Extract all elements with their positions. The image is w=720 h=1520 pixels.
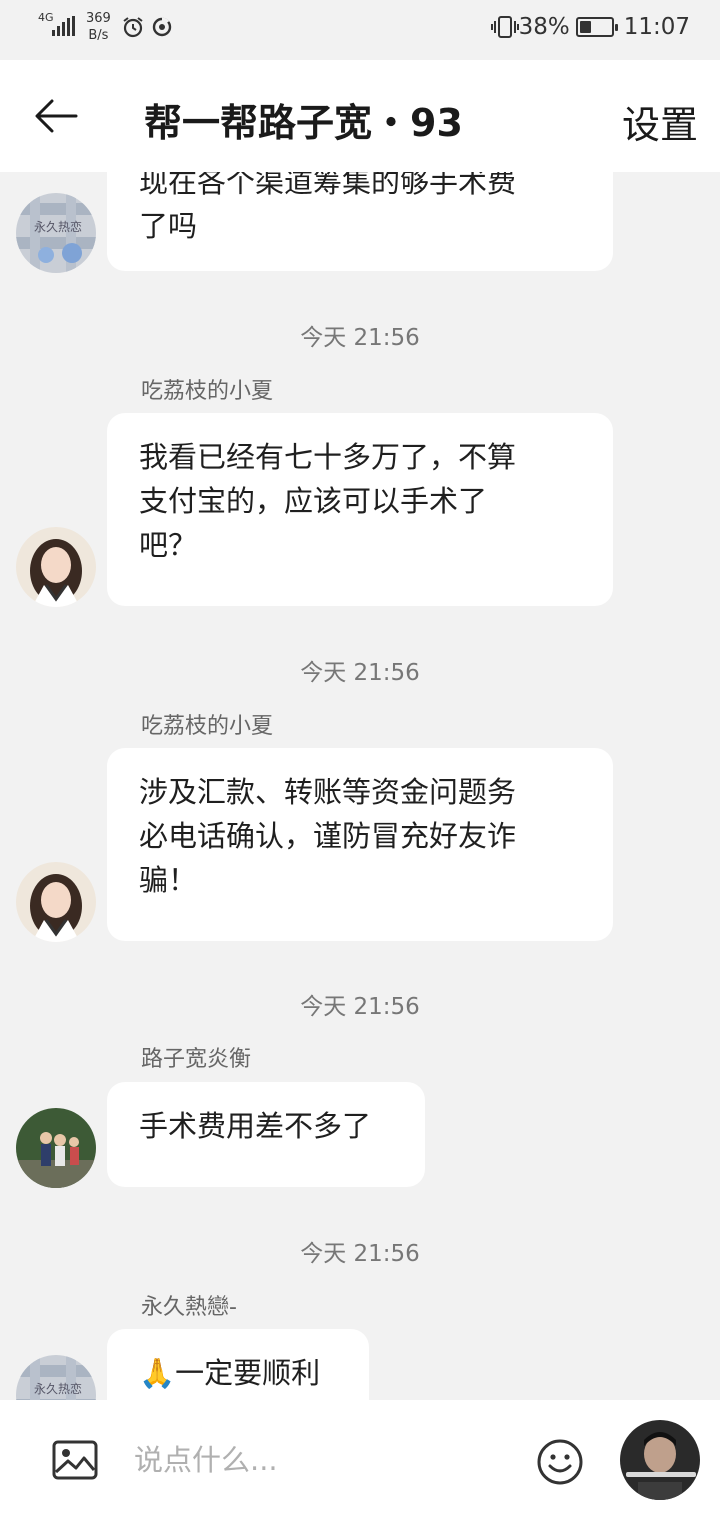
svg-text:永久热恋: 永久热恋 [34, 219, 82, 234]
avatar[interactable]: 永久热恋 [16, 193, 96, 273]
timestamp: 今天 21:56 [300, 660, 420, 686]
message-bubble[interactable]: 手术费用差不多了 [107, 1082, 425, 1187]
battery-percent: 38% [518, 14, 570, 40]
message-bubble[interactable]: 🙏一定要顺利 [107, 1329, 369, 1400]
message-input[interactable] [132, 1436, 512, 1484]
timestamp: 今天 21:56 [300, 994, 420, 1020]
avatar-girl-icon [16, 527, 96, 607]
input-bar [0, 1400, 720, 1520]
timestamp: 今天 21:56 [300, 325, 420, 351]
message-bubble[interactable]: 现在各个渠道筹集的够手术费 了吗 [107, 172, 613, 271]
avatar-flute-icon [620, 1420, 700, 1500]
sender-name: 路子宽炎衡 [141, 1047, 252, 1072]
timestamp: 今天 21:56 [300, 1241, 420, 1267]
message-bubble[interactable]: 涉及汇款、转账等资金问题务 必电话确认，谨防冒充好友诈 骗！ [107, 748, 613, 941]
message-bubble[interactable]: 我看已经有七十多万了，不算 支付宝的，应该可以手术了 吧？ [107, 413, 613, 606]
emoji-button[interactable] [536, 1438, 584, 1486]
avatar-kids-icon [16, 1108, 96, 1188]
status-bar: 4G 369 B/s 38% 11:07 [0, 0, 720, 60]
message-list[interactable]: 永久热恋 现在各个渠道筹集的够手术费 了吗 今天 21:56 吃荔枝的小夏 我看… [0, 172, 720, 1400]
alarm-icon [123, 17, 143, 38]
sync-icon [152, 17, 172, 37]
vibrate-icon [490, 16, 519, 38]
battery-icon [575, 17, 618, 37]
my-avatar[interactable] [620, 1420, 700, 1500]
signal-icon: 4G [38, 10, 78, 44]
avatar-plaid-icon: 永久热恋 [16, 193, 96, 273]
sender-name: 永久熱戀- [141, 1295, 237, 1320]
group-title: 帮一帮路子宽・93 [144, 101, 463, 145]
settings-button[interactable]: 设置 [622, 94, 698, 149]
avatar[interactable] [16, 1108, 96, 1188]
avatar[interactable] [16, 862, 96, 942]
battery-level [579, 21, 592, 33]
back-button[interactable] [28, 92, 84, 140]
sender-name: 吃荔枝的小夏 [141, 379, 274, 404]
sender-name: 吃荔枝的小夏 [141, 714, 274, 739]
chat-header: 帮一帮路子宽・93 设置 [0, 60, 720, 172]
avatar[interactable] [16, 527, 96, 607]
smiley-icon [537, 1439, 583, 1485]
avatar[interactable]: 永久热恋 [16, 1355, 96, 1400]
image-button[interactable] [52, 1440, 98, 1480]
svg-text:永久热恋: 永久热恋 [34, 1381, 82, 1396]
avatar-girl-icon [16, 862, 96, 942]
image-icon [52, 1440, 98, 1480]
network-speed: 369 B/s [86, 11, 111, 43]
clock: 11:07 [623, 14, 690, 40]
avatar-plaid-icon: 永久热恋 [16, 1355, 96, 1400]
arrow-left-icon [35, 99, 78, 133]
